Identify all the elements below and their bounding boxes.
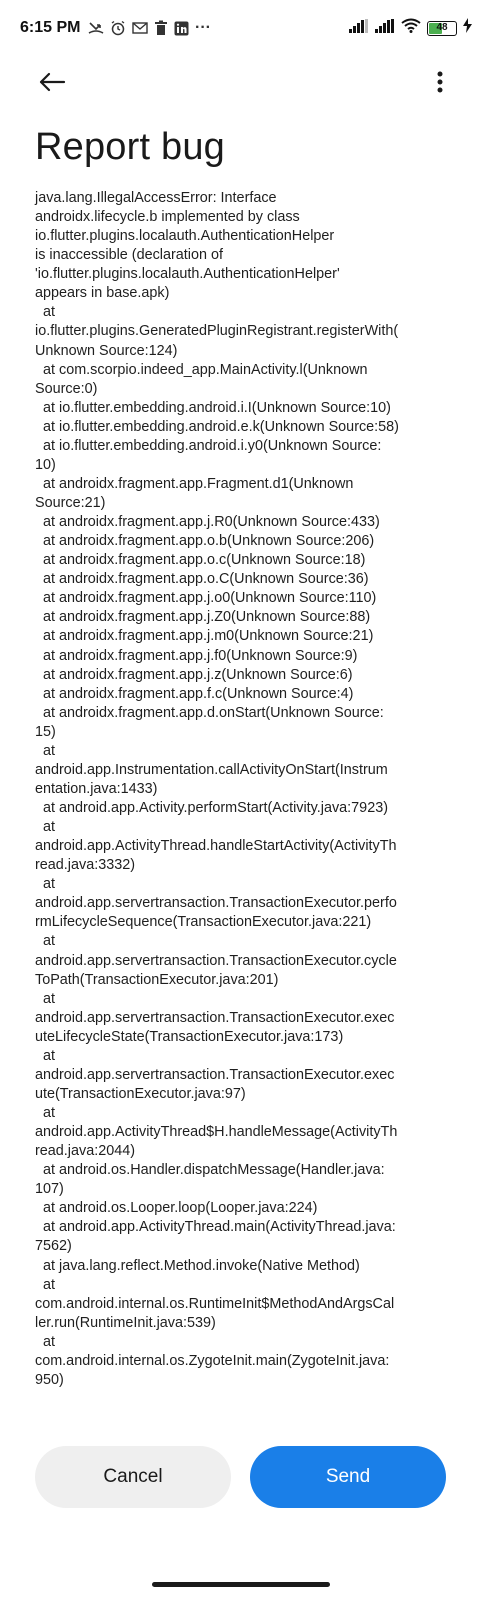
home-indicator[interactable] — [152, 1582, 330, 1587]
cancel-button[interactable]: Cancel — [35, 1446, 231, 1508]
action-row: Cancel Send — [35, 1446, 447, 1508]
missed-call-icon — [88, 20, 104, 36]
delete-icon — [154, 20, 168, 36]
charging-icon — [463, 18, 472, 38]
battery-level: 48 — [436, 21, 448, 33]
signal-icon — [375, 18, 395, 38]
gmail-icon — [132, 21, 148, 35]
back-button[interactable] — [30, 62, 74, 102]
send-button[interactable]: Send — [250, 1446, 446, 1508]
more-dots-icon: ··· — [195, 19, 211, 36]
more-options-button[interactable] — [428, 62, 452, 102]
notification-icons: ··· — [88, 18, 211, 38]
wifi-icon — [401, 18, 421, 38]
battery-icon: 48 — [427, 20, 457, 36]
arrow-left-icon — [39, 72, 66, 92]
status-bar: 6:15 PM ··· 48 — [0, 0, 492, 58]
status-time: 6:15 PM — [20, 19, 81, 36]
app-bar — [0, 58, 492, 108]
signal-icon — [349, 18, 369, 38]
system-icons: 48 — [349, 18, 472, 38]
bug-report-log: java.lang.IllegalAccessError: Interface … — [35, 190, 399, 1388]
more-vert-icon — [437, 71, 443, 93]
alarm-icon — [110, 20, 126, 36]
linkedin-icon — [174, 21, 189, 36]
page-title: Report bug — [35, 126, 226, 168]
